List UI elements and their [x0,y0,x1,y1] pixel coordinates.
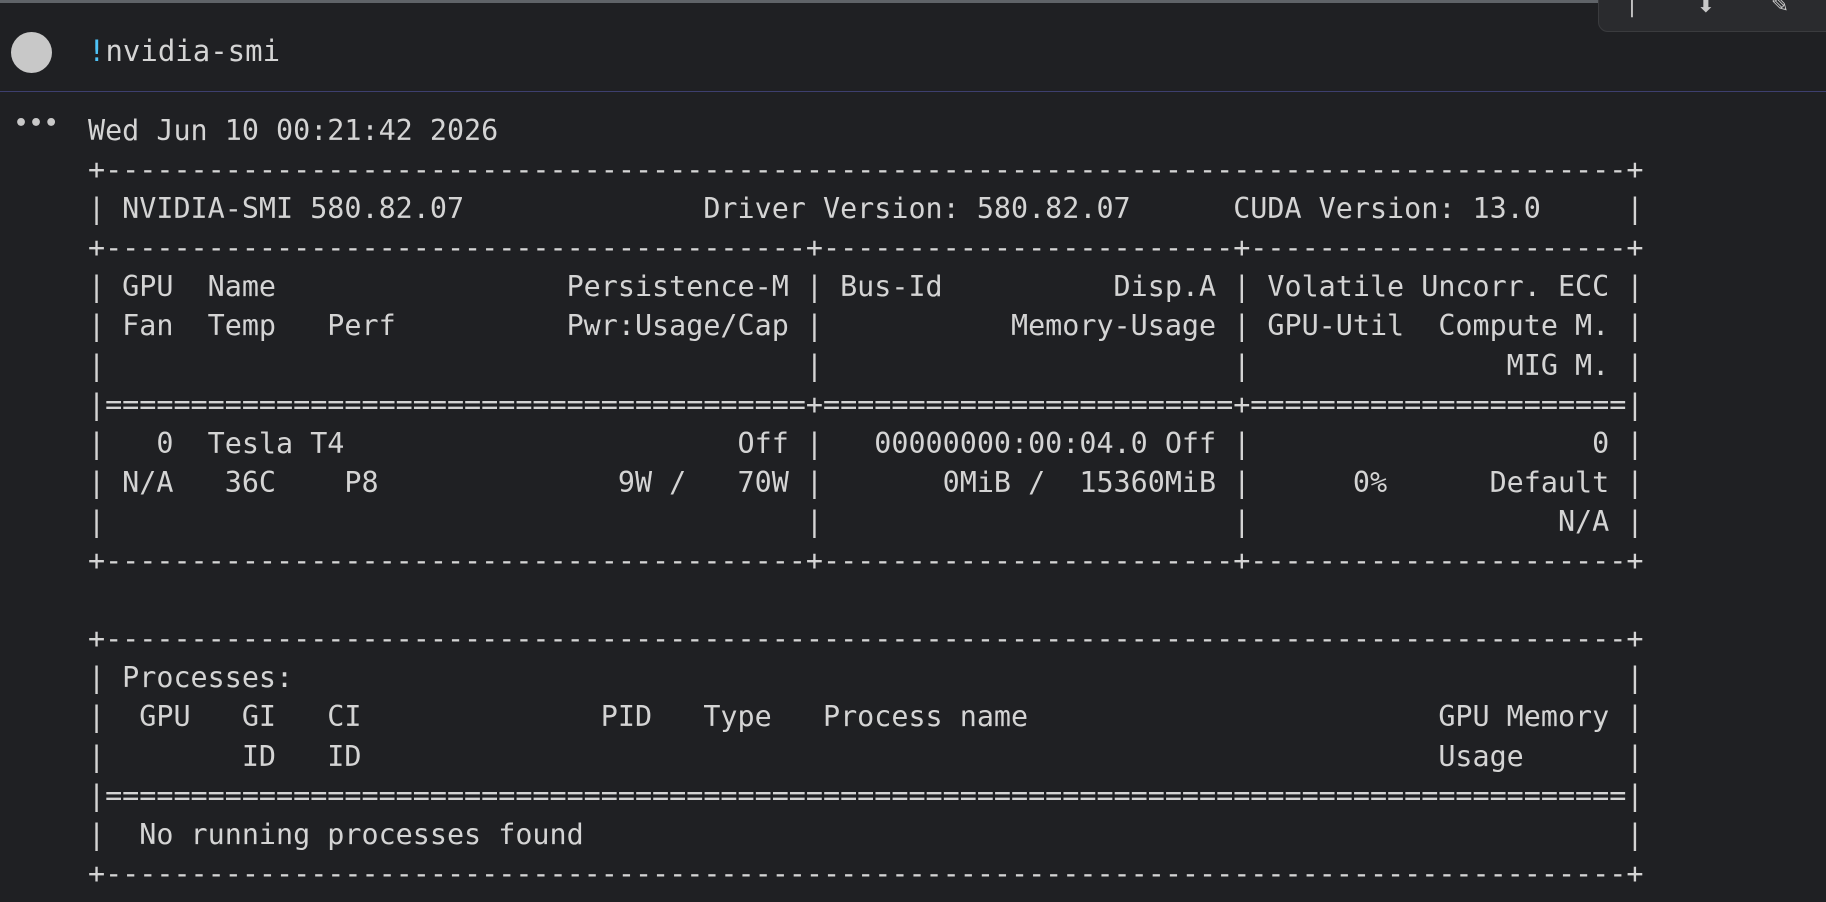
code-cell[interactable]: !nvidia-smi [0,3,1826,91]
edit-icon[interactable]: ✎ [1765,0,1795,25]
output-line: | NVIDIA-SMI 580.82.07 Driver Version: 5… [88,192,1644,226]
output-line: | GPU GI CI PID Type Process name GPU Me… [88,700,1644,734]
cell-output-divider [0,91,1826,92]
cell-output: Wed Jun 10 00:21:42 2026 +---------------… [88,111,1643,893]
output-line: +---------------------------------------… [88,231,1644,265]
output-line: | | | N/A | [88,504,1644,538]
output-options-icon[interactable]: ••• [14,113,58,144]
shell-command: nvidia-smi [105,34,281,68]
output-line: | Processes: | [88,661,1644,695]
output-line: | GPU Name Persistence-M | Bus-Id Disp.A… [88,270,1644,304]
output-line: +---------------------------------------… [88,544,1644,578]
output-line: | N/A 36C P8 9W / 70W | 0MiB / 15360MiB … [88,465,1644,499]
output-line: | Fan Temp Perf Pwr:Usage/Cap | Memory-U… [88,309,1644,343]
output-line: +---------------------------------------… [88,622,1644,656]
output-line: | ID ID Usage | [88,739,1644,773]
output-line: |=======================================… [88,778,1644,812]
output-line: | 0 Tesla T4 Off | 00000000:00:04.0 Off … [88,426,1644,460]
run-cell-button[interactable] [11,32,52,73]
cell-toolbar: | ⬇ ✎ [1598,0,1826,32]
output-line: Wed Jun 10 00:21:42 2026 [88,114,499,147]
move-down-icon[interactable]: ⬇ [1691,0,1721,25]
toolbar-divider-icon: | [1628,0,1636,18]
code-editor-line[interactable]: !nvidia-smi [88,31,280,71]
output-line: | No running processes found | [88,817,1644,851]
output-line: +---------------------------------------… [88,856,1644,890]
output-line: +---------------------------------------… [88,153,1644,187]
notebook-page: !nvidia-smi | ⬇ ✎ ••• Wed Jun 10 00:21:4… [0,0,1826,902]
shell-bang: ! [88,34,106,68]
output-line: | | | MIG M. | [88,348,1644,382]
output-line: |=======================================… [88,387,1644,421]
